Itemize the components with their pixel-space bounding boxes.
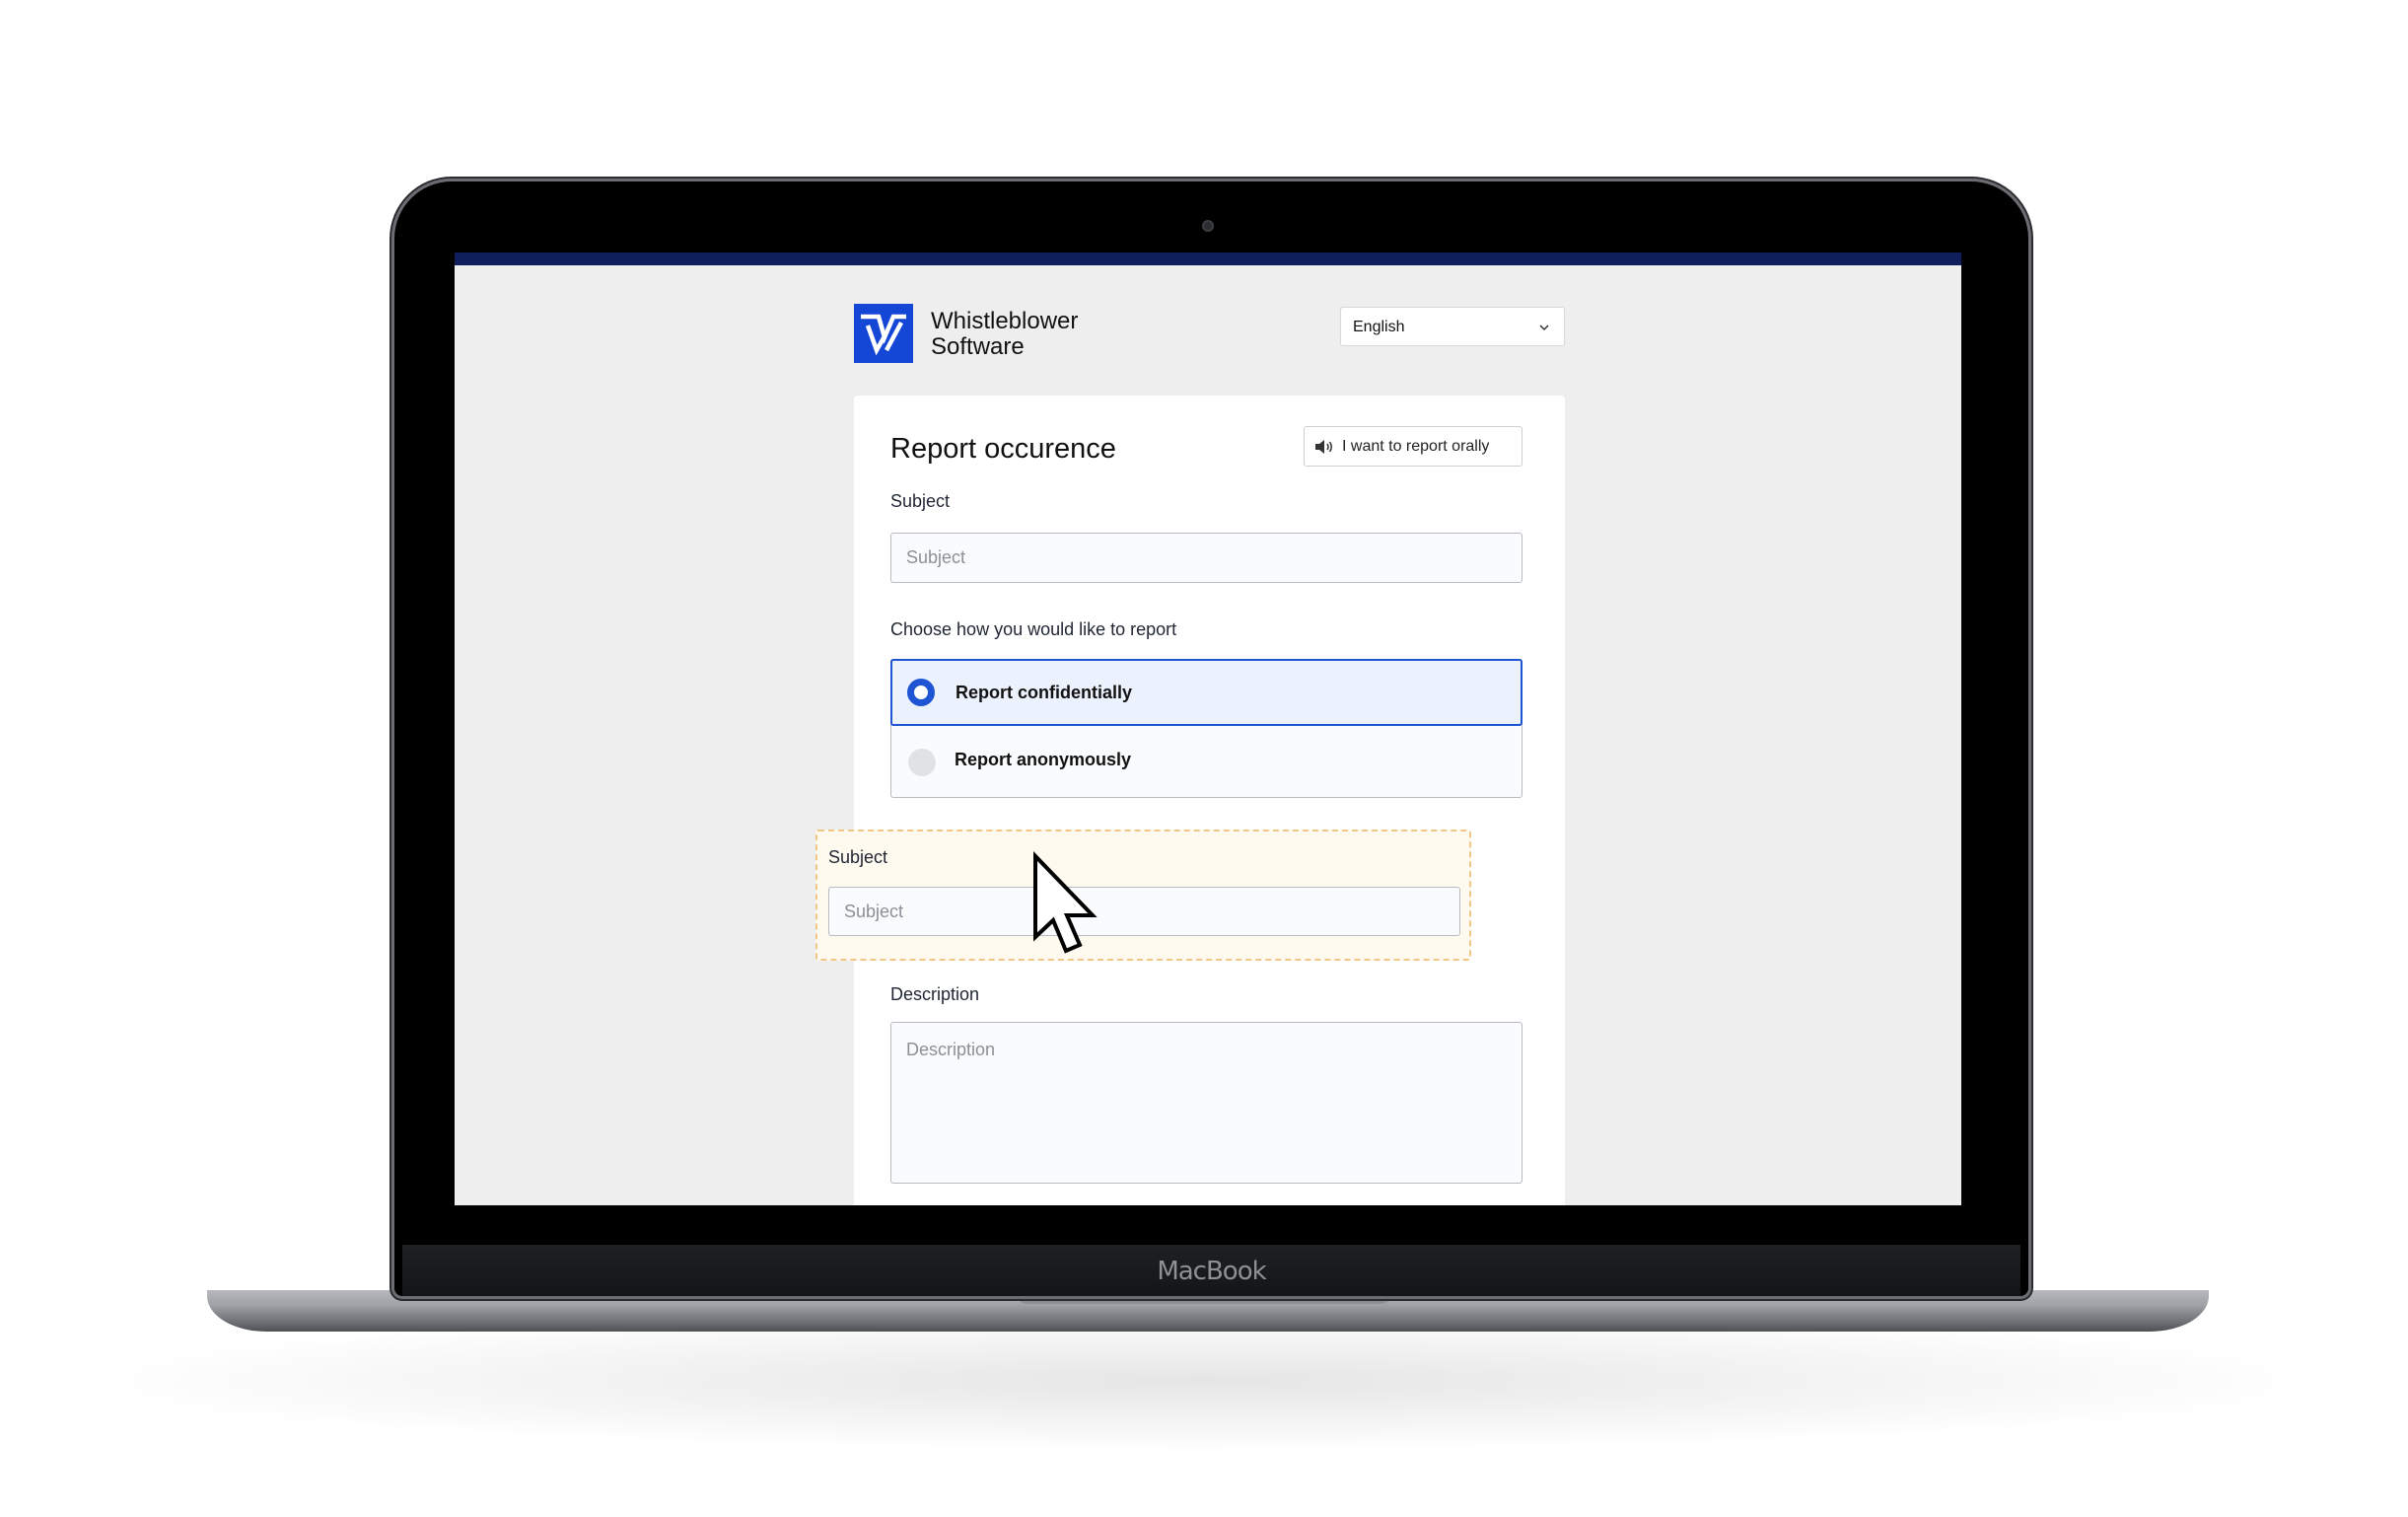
report-method-radio-group: Report confidentially Report anonymously bbox=[890, 659, 1523, 798]
speaker-icon bbox=[1314, 439, 1334, 455]
report-form-card: Report occurence I want to report orally… bbox=[854, 396, 1565, 1205]
whistleblower-logo-icon bbox=[854, 304, 913, 363]
radio-unselected-icon bbox=[908, 749, 936, 776]
report-method-label: Choose how you would like to report bbox=[890, 619, 1177, 639]
radio-selected-icon bbox=[907, 679, 935, 706]
dragged-subject-field[interactable]: Subject Subject bbox=[815, 830, 1471, 961]
laptop-mockup: MacBook Whistleblower Software English R… bbox=[0, 0, 2408, 1517]
brand-line-2: Software bbox=[931, 333, 1025, 360]
chevron-down-icon bbox=[1538, 321, 1550, 332]
language-value: English bbox=[1353, 319, 1405, 335]
description-placeholder: Description bbox=[906, 1040, 996, 1059]
language-select[interactable]: English bbox=[1340, 307, 1565, 346]
dragged-subject-placeholder: Subject bbox=[844, 902, 904, 921]
radio-report-confidentially[interactable]: Report confidentially bbox=[890, 659, 1523, 726]
subject-input[interactable]: Subject bbox=[890, 533, 1523, 583]
dragged-subject-label: Subject bbox=[828, 847, 888, 867]
report-orally-label: I want to report orally bbox=[1342, 438, 1490, 455]
screen: Whistleblower Software English Report oc… bbox=[455, 253, 1961, 1205]
radio-label-confidentially: Report confidentially bbox=[956, 683, 1133, 702]
report-orally-button[interactable]: I want to report orally bbox=[1304, 426, 1523, 467]
page-title: Report occurence bbox=[890, 433, 1116, 465]
floor-shadow bbox=[89, 1312, 2319, 1450]
subject-placeholder: Subject bbox=[906, 547, 966, 567]
description-label: Description bbox=[890, 984, 980, 1004]
description-textarea[interactable]: Description bbox=[890, 1022, 1523, 1184]
device-label: MacBook bbox=[1157, 1257, 1266, 1286]
laptop-chin: MacBook bbox=[402, 1245, 2020, 1296]
radio-report-anonymously[interactable]: Report anonymously bbox=[891, 727, 1522, 797]
subject-label: Subject bbox=[890, 491, 951, 511]
camera-icon bbox=[1202, 220, 1214, 232]
brand-name: Whistleblower Software bbox=[931, 309, 1078, 360]
mouse-pointer-icon bbox=[1029, 850, 1108, 959]
dragged-subject-input[interactable]: Subject bbox=[828, 887, 1460, 936]
radio-label-anonymously: Report anonymously bbox=[955, 750, 1132, 769]
top-accent-bar bbox=[455, 253, 1961, 265]
brand-line-1: Whistleblower bbox=[931, 308, 1079, 334]
